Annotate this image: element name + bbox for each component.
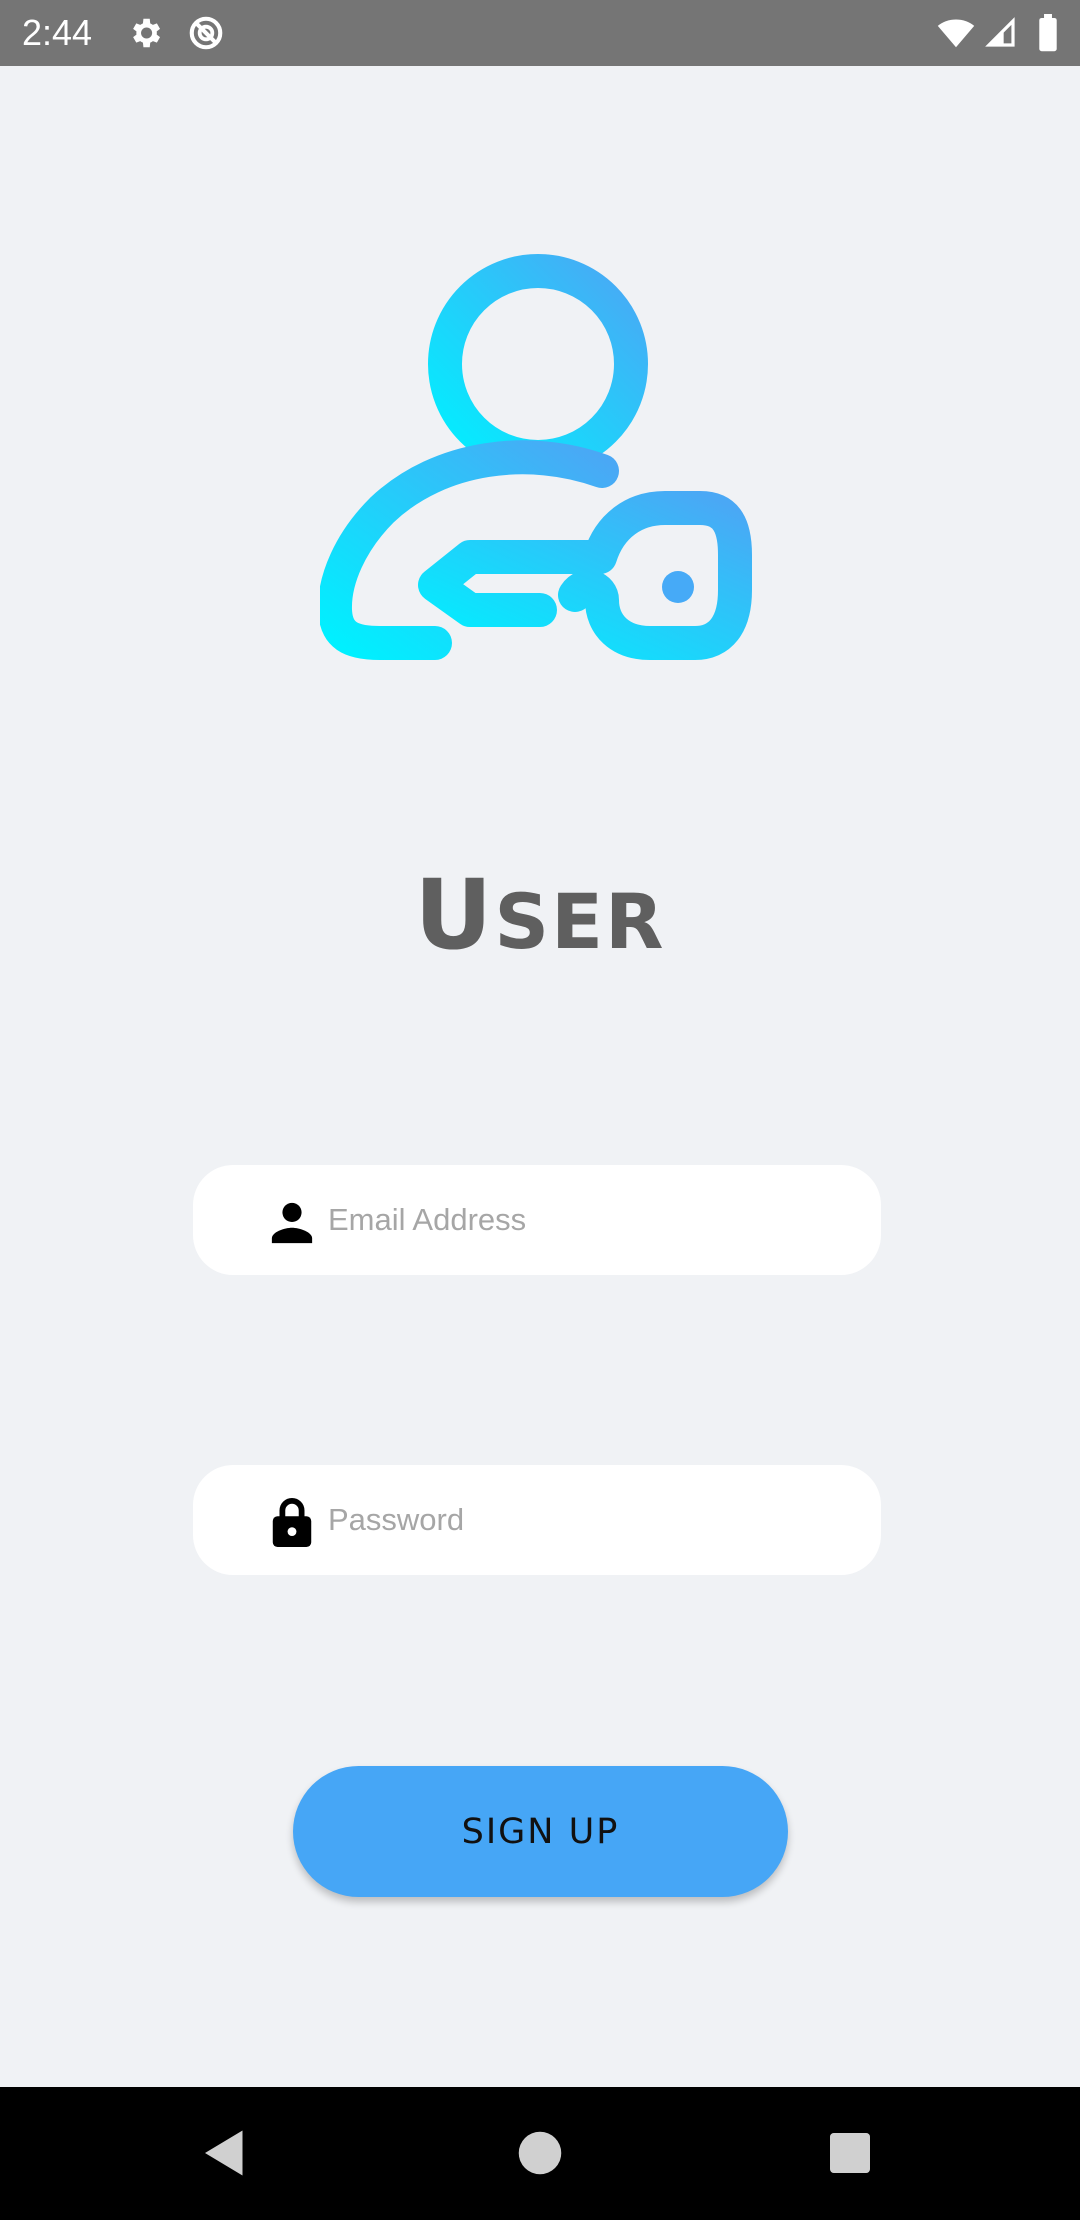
wifi-icon bbox=[937, 19, 975, 48]
person-icon bbox=[271, 1202, 313, 1244]
back-icon[interactable] bbox=[195, 2123, 255, 2183]
do-not-disturb-icon bbox=[189, 16, 223, 50]
gear-icon bbox=[133, 18, 161, 48]
home-icon[interactable] bbox=[510, 2123, 570, 2183]
user-key-icon bbox=[320, 254, 752, 660]
lock-icon bbox=[272, 1497, 312, 1547]
battery-icon bbox=[1039, 14, 1057, 52]
page-title: USER bbox=[0, 860, 1080, 977]
email-input[interactable] bbox=[328, 1165, 848, 1275]
password-input[interactable] bbox=[328, 1465, 848, 1575]
status-time: 2:44 bbox=[22, 12, 93, 53]
status-bar: 2:44 bbox=[0, 0, 1080, 66]
recents-icon[interactable] bbox=[820, 2123, 880, 2183]
signal-icon bbox=[985, 17, 1015, 47]
navigation-bar bbox=[0, 2087, 1080, 2220]
sign-up-button[interactable]: SIGN UP bbox=[293, 1766, 788, 1897]
email-field-container[interactable] bbox=[193, 1165, 881, 1275]
title-rest: SER bbox=[494, 877, 666, 966]
password-field-container[interactable] bbox=[193, 1465, 881, 1575]
title-initial: U bbox=[414, 859, 495, 971]
